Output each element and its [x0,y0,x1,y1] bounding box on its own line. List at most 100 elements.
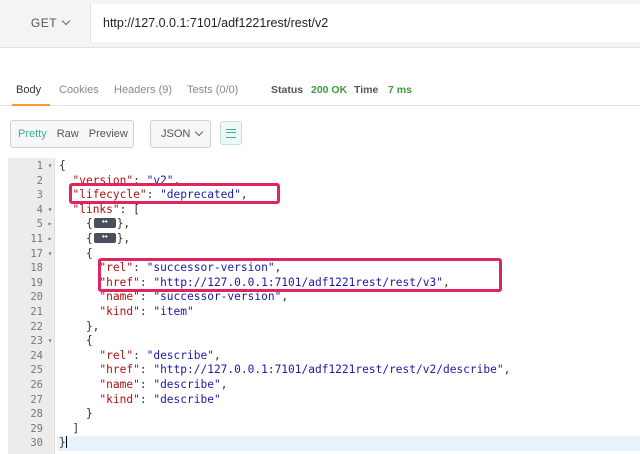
json-punctuation: { [59,159,66,172]
json-punctuation: }, [59,319,100,333]
json-punctuation: { [59,217,93,231]
json-punctuation [59,393,99,406]
code-line: 21 "kind": "item" [8,305,640,320]
line-number: 17 [30,247,43,260]
status-label: Status [271,84,304,96]
time-label: Time [354,84,379,96]
chevron-down-icon [195,127,204,137]
code-line-content: } [57,407,640,422]
line-number: 2 [36,174,43,187]
json-key: "name" [99,378,140,391]
tab-tests[interactable]: Tests (0/0) [187,84,238,96]
line-number: 1 [36,160,43,172]
code-line-content: {}, [57,215,640,232]
json-punctuation: } [59,436,66,450]
line-number: 30 [30,437,43,450]
line-number: 18 [30,262,43,275]
format-dropdown[interactable]: JSON [150,120,211,148]
code-line: 22 }, [8,320,640,335]
json-string: "describe" [146,348,214,362]
code-line: 25 "href": "http://127.0.0.1:7101/adf122… [8,363,640,378]
code-line: 28 } [8,407,640,422]
request-bar: GET http://127.0.0.1:7101/adf1221rest/re… [0,0,640,48]
line-number: 22 [30,320,43,333]
method-label: GET [30,16,58,30]
view-mode-group: Pretty Raw Preview [10,120,134,148]
lifecycle-highlight [69,183,280,204]
fold-expand-icon[interactable]: ▸ [46,217,54,232]
json-punctuation: : [139,378,154,391]
json-punctuation: ] [59,421,80,435]
json-punctuation: { [59,334,93,348]
line-number: 20 [30,291,43,304]
json-punctuation: { [59,246,93,260]
collapsed-object-icon[interactable] [93,230,116,244]
method-dropdown[interactable]: GET [14,8,86,38]
line-number: 19 [30,276,43,289]
json-punctuation: , [213,348,221,362]
line-number: 3 [36,189,43,202]
fold-collapse-icon[interactable]: ▾ [46,159,54,174]
code-line-content: "name": "successor-version", [57,290,640,305]
tab-headers[interactable]: Headers (9) [114,84,172,96]
json-punctuation [59,363,99,376]
line-number: 28 [30,408,43,421]
status-value: 200 OK [311,84,348,96]
code-line: 27 "kind": "describe" [8,393,640,408]
json-punctuation: : [ [119,202,140,216]
code-line-content: } [57,436,640,451]
json-punctuation [59,349,99,362]
line-number: 11 [30,233,43,245]
raw-button[interactable]: Raw [52,128,84,140]
json-punctuation: : [139,290,154,304]
fold-collapse-icon[interactable]: ▾ [46,203,54,218]
code-line: 30} [8,436,640,451]
chevron-down-icon [61,16,71,26]
json-punctuation: , [503,363,511,377]
preview-button[interactable]: Preview [84,128,133,140]
tab-body[interactable]: Body [16,84,41,96]
active-tab-indicator [12,104,50,106]
json-key: "rel" [99,348,134,362]
code-line: 1 ▾ { [8,159,640,174]
json-punctuation: }, [116,232,131,245]
json-punctuation: } [59,407,93,421]
code-line: 26 "name": "describe", [8,378,640,393]
pretty-button[interactable]: Pretty [11,128,52,140]
line-number: 23 [30,335,43,348]
wrap-lines-button[interactable] [220,121,242,145]
code-line-content: { [57,334,640,349]
json-string: "http://127.0.0.1:7101/adf1221rest/rest/… [153,363,504,377]
code-line-content: }, [57,320,640,335]
url-text: http://127.0.0.1:7101/adf1221rest/rest/v… [103,16,329,30]
fold-expand-icon[interactable]: ▸ [46,232,54,247]
json-string: "successor-version" [153,290,282,304]
json-key: "kind" [99,392,140,406]
line-number: 21 [30,306,43,318]
line-number: 5 [36,218,43,231]
code-line-content: ] [57,422,640,437]
text-cursor [65,436,67,449]
json-key: "kind" [99,305,140,318]
json-punctuation [59,378,99,391]
response-tabs: Body Cookies Headers (9) Tests (0/0) Sta… [0,76,640,106]
code-line-content: {}, [57,230,640,247]
line-number: 27 [30,393,43,406]
tab-cookies[interactable]: Cookies [59,84,99,96]
fold-collapse-icon[interactable]: ▾ [46,247,54,262]
json-punctuation: , [281,290,289,304]
code-line-content: "name": "describe", [57,378,640,393]
fold-collapse-icon[interactable]: ▾ [46,334,54,349]
json-punctuation: : [133,348,147,362]
url-input[interactable]: http://127.0.0.1:7101/adf1221rest/rest/v… [90,4,640,42]
json-punctuation [59,203,72,216]
json-punctuation: }, [116,217,131,231]
code-line-content: { [57,159,640,174]
json-string: "describe" [153,378,221,391]
collapsed-object-icon[interactable] [93,215,116,229]
json-key: "links" [72,202,120,216]
time-value: 7 ms [388,84,412,96]
json-string: "item" [153,305,194,318]
line-number: 25 [30,364,43,377]
json-punctuation [59,290,99,303]
